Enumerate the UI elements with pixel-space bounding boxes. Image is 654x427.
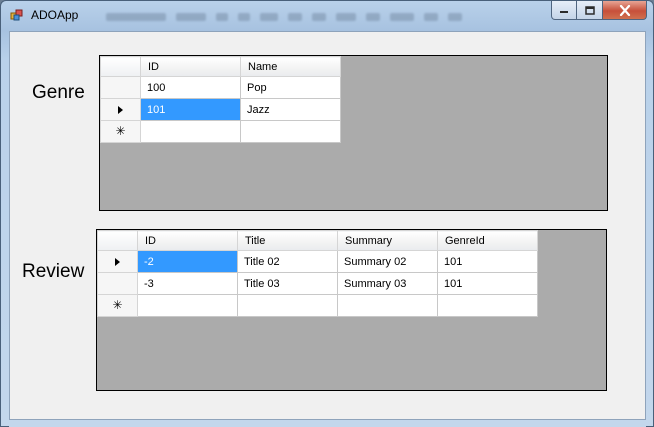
genre-header-row: ID Name [100, 56, 341, 77]
current-row-icon [115, 257, 120, 266]
table-row[interactable]: -2 Title 02 Summary 02 101 [97, 250, 538, 273]
caption-buttons [551, 1, 647, 21]
new-row[interactable]: ✳ [100, 120, 341, 143]
table-row[interactable]: 101 Jazz [100, 98, 341, 121]
genre-table: ID Name 100 Pop 101 Jazz ✳ [100, 56, 341, 143]
new-row[interactable]: ✳ [97, 294, 538, 317]
minimize-icon [560, 11, 568, 13]
table-row[interactable]: 100 Pop [100, 76, 341, 99]
genre-cell-id[interactable]: 101 [140, 98, 241, 121]
blurred-designer-toolbar [106, 10, 536, 24]
minimize-button[interactable] [551, 1, 577, 20]
review-cell-genreid[interactable]: 101 [437, 250, 538, 273]
maximize-button[interactable] [577, 1, 603, 20]
table-row[interactable]: -3 Title 03 Summary 03 101 [97, 272, 538, 295]
review-cell-summary[interactable]: Summary 02 [337, 250, 438, 273]
genre-corner-cell[interactable] [100, 56, 141, 77]
close-button[interactable] [603, 1, 647, 20]
genre-grid[interactable]: ID Name 100 Pop 101 Jazz ✳ [99, 55, 608, 211]
current-row-icon [118, 105, 123, 114]
row-header[interactable] [100, 76, 141, 99]
row-header[interactable]: ✳ [97, 294, 138, 317]
review-cell-summary[interactable]: Summary 03 [337, 272, 438, 295]
row-header[interactable] [97, 250, 138, 273]
window-bottom-border [9, 420, 646, 427]
review-corner-cell[interactable] [97, 230, 138, 251]
new-row-cell[interactable] [337, 294, 438, 317]
title-bar[interactable]: ADOApp [1, 1, 653, 29]
new-row-cell[interactable] [437, 294, 538, 317]
review-cell-genreid[interactable]: 101 [437, 272, 538, 295]
review-label: Review [22, 261, 85, 282]
review-col-genreid[interactable]: GenreId [437, 230, 538, 251]
new-row-cell[interactable] [237, 294, 338, 317]
review-cell-title[interactable]: Title 02 [237, 250, 338, 273]
asterisk-icon: ✳ [112, 298, 123, 312]
new-row-cell[interactable] [240, 120, 341, 143]
row-header[interactable]: ✳ [100, 120, 141, 143]
genre-label: Genre [32, 82, 85, 103]
review-col-id[interactable]: ID [137, 230, 238, 251]
review-table: ID Title Summary GenreId -2 Title 02 Sum… [97, 230, 538, 317]
review-cell-id[interactable]: -3 [137, 272, 238, 295]
genre-cell-id[interactable]: 100 [140, 76, 241, 99]
review-cell-title[interactable]: Title 03 [237, 272, 338, 295]
close-icon [619, 4, 630, 16]
new-row-cell[interactable] [137, 294, 238, 317]
review-cell-id[interactable]: -2 [137, 250, 238, 273]
maximize-icon [584, 5, 595, 15]
review-header-row: ID Title Summary GenreId [97, 230, 538, 251]
row-header[interactable] [97, 272, 138, 295]
review-col-title[interactable]: Title [237, 230, 338, 251]
genre-cell-name[interactable]: Pop [240, 76, 341, 99]
app-icon [10, 9, 23, 21]
asterisk-icon: ✳ [115, 124, 126, 138]
genre-col-name[interactable]: Name [240, 56, 341, 77]
review-grid[interactable]: ID Title Summary GenreId -2 Title 02 Sum… [96, 229, 607, 391]
new-row-cell[interactable] [140, 120, 241, 143]
app-window: ADOApp Genre ID Name 100 Pop 101 Jazz ✳ … [0, 0, 654, 427]
row-header[interactable] [100, 98, 141, 121]
genre-col-id[interactable]: ID [140, 56, 241, 77]
form-client-area: Genre ID Name 100 Pop 101 Jazz ✳ Review … [9, 31, 646, 420]
review-col-summary[interactable]: Summary [337, 230, 438, 251]
genre-cell-name[interactable]: Jazz [240, 98, 341, 121]
window-title: ADOApp [31, 8, 79, 22]
